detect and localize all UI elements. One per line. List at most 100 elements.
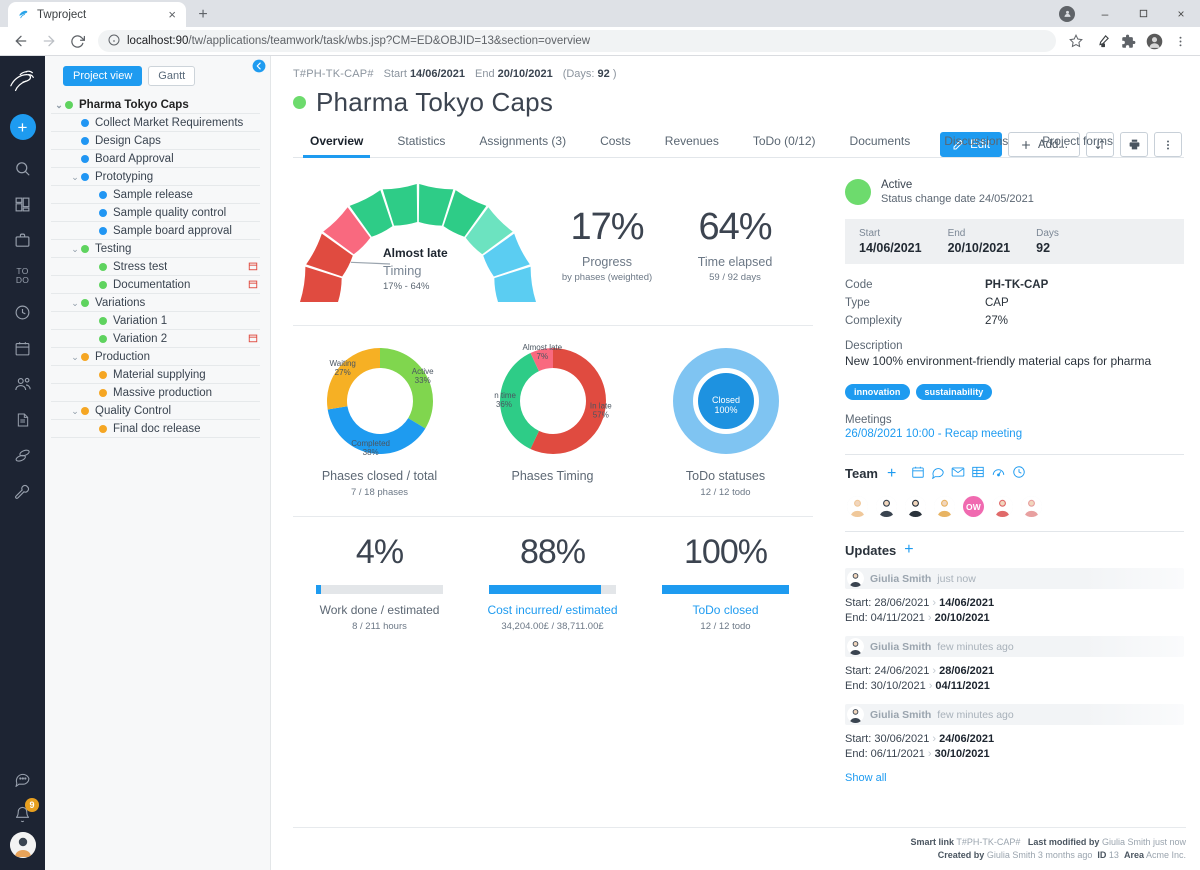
browser-menu-icon[interactable] — [1168, 29, 1192, 53]
tree-node[interactable]: Sample release — [51, 186, 262, 204]
avatar[interactable] — [1021, 496, 1042, 517]
maximize-button[interactable] — [1124, 0, 1162, 27]
people-icon[interactable] — [0, 366, 45, 402]
tree-node[interactable]: ⌄Variations — [51, 294, 262, 312]
tree-node[interactable]: Documentation — [51, 276, 262, 294]
todo-icon[interactable]: TODO — [0, 258, 45, 294]
tab-costs[interactable]: Costs — [583, 128, 648, 157]
tree-node[interactable]: Design Caps — [51, 132, 262, 150]
address-bar[interactable]: localhost:90/tw/applications/teamwork/ta… — [98, 30, 1056, 52]
tree-node[interactable]: Sample quality control — [51, 204, 262, 222]
notifications-bell-icon[interactable]: 9 — [0, 796, 45, 832]
new-tab-button[interactable]: + — [190, 2, 216, 27]
back-icon[interactable] — [8, 28, 34, 54]
avatar[interactable] — [847, 496, 868, 517]
chevron-down-icon[interactable]: ⌄ — [69, 172, 81, 183]
add-button[interactable]: + — [10, 114, 36, 140]
coins-icon[interactable] — [0, 438, 45, 474]
add-update-button[interactable]: + — [904, 542, 913, 558]
chevron-down-icon[interactable]: ⌄ — [69, 244, 81, 255]
tab-overview[interactable]: Overview — [293, 128, 380, 157]
gauge-icon[interactable] — [991, 465, 1006, 482]
chat-icon[interactable] — [0, 760, 45, 796]
minimize-button[interactable]: – — [1086, 0, 1124, 27]
timing-gauge[interactable]: Almost late Timing 17% - 64% — [293, 180, 543, 311]
avatar[interactable] — [992, 496, 1013, 517]
more-options-button[interactable] — [1154, 132, 1182, 157]
tab-assignments-3[interactable]: Assignments (3) — [462, 128, 583, 157]
extensions-puzzle-icon[interactable] — [1116, 29, 1140, 53]
avatar[interactable] — [934, 496, 955, 517]
progress-label[interactable]: Cost incurred/ estimated — [466, 603, 639, 617]
chevron-down-icon[interactable]: ⌄ — [53, 100, 65, 111]
gantt-button[interactable]: Gantt — [148, 66, 195, 86]
tree-node[interactable]: Variation 2 — [51, 330, 262, 348]
chevron-down-icon[interactable]: ⌄ — [69, 352, 81, 363]
donut-chart[interactable]: Active33%Completed38%Waiting27%Phases cl… — [293, 342, 466, 498]
smart-link-value[interactable]: T#PH-TK-CAP# — [956, 837, 1020, 847]
close-icon[interactable]: × — [166, 8, 178, 21]
close-window-button[interactable]: × — [1162, 0, 1200, 27]
tree-node[interactable]: Sample board approval — [51, 222, 262, 240]
twproject-logo-icon[interactable] — [4, 64, 42, 102]
calendar-icon[interactable] — [248, 333, 262, 346]
tab-project-forms[interactable]: Project forms — [1025, 128, 1130, 157]
user-avatar[interactable] — [10, 832, 36, 858]
eyedropper-extension-icon[interactable] — [1090, 29, 1114, 53]
clock-icon[interactable] — [0, 294, 45, 330]
tree-node[interactable]: ⌄Prototyping — [51, 168, 262, 186]
table-icon[interactable] — [971, 465, 985, 482]
search-icon[interactable] — [0, 150, 45, 186]
briefcase-icon[interactable] — [0, 222, 45, 258]
avatar[interactable] — [876, 496, 897, 517]
tree-node[interactable]: ⌄Testing — [51, 240, 262, 258]
document-icon[interactable] — [0, 402, 45, 438]
tree-node[interactable]: Collect Market Requirements — [51, 114, 262, 132]
browser-tab[interactable]: Twproject × — [8, 2, 186, 27]
calendar-icon[interactable] — [911, 465, 925, 482]
tag-badge[interactable]: innovation — [845, 384, 910, 400]
tab-revenues[interactable]: Revenues — [648, 128, 736, 157]
chevron-down-icon[interactable]: ⌄ — [69, 406, 81, 417]
tree-node[interactable]: Board Approval — [51, 150, 262, 168]
tree-node[interactable]: Stress test — [51, 258, 262, 276]
project-view-button[interactable]: Project view — [63, 66, 142, 86]
tree-node-label: Massive production — [113, 387, 212, 399]
tree-node[interactable]: Massive production — [51, 384, 262, 402]
user-avatar-icon[interactable] — [1142, 29, 1166, 53]
add-team-member-button[interactable]: + — [887, 466, 896, 482]
tag-badge[interactable]: sustainability — [916, 384, 993, 400]
tree-node[interactable]: Material supplying — [51, 366, 262, 384]
meetings-value[interactable]: 26/08/2021 10:00 - Recap meeting — [845, 428, 1184, 440]
browser-profile-avatar[interactable] — [1048, 0, 1086, 27]
calendar-icon[interactable] — [248, 261, 262, 274]
dashboard-icon[interactable] — [0, 186, 45, 222]
wrench-icon[interactable] — [0, 474, 45, 510]
show-all-updates-link[interactable]: Show all — [845, 772, 1184, 784]
collapse-sidebar-icon[interactable] — [252, 59, 266, 73]
calendar-icon[interactable] — [248, 279, 262, 292]
tree-node-status-dot — [99, 389, 107, 397]
mail-icon[interactable] — [951, 465, 965, 482]
donut-chart[interactable]: Closed100%ToDo statuses12 / 12 todo — [639, 342, 812, 498]
tree-node[interactable]: ⌄Pharma Tokyo Caps — [51, 96, 262, 114]
site-info-icon[interactable] — [108, 34, 120, 49]
tree-node[interactable]: Variation 1 — [51, 312, 262, 330]
tab-todo-0-12[interactable]: ToDo (0/12) — [736, 128, 833, 157]
chevron-down-icon[interactable]: ⌄ — [69, 298, 81, 309]
clock-icon[interactable] — [1012, 465, 1026, 482]
bookmark-star-icon[interactable] — [1064, 29, 1088, 53]
avatar-initials[interactable]: OW — [963, 496, 984, 517]
reload-icon[interactable] — [64, 28, 90, 54]
chat-icon[interactable] — [931, 465, 945, 482]
tree-node[interactable]: ⌄Quality Control — [51, 402, 262, 420]
tab-statistics[interactable]: Statistics — [380, 128, 462, 157]
tab-documents[interactable]: Documents — [833, 128, 928, 157]
calendar-icon[interactable] — [0, 330, 45, 366]
tree-node[interactable]: Final doc release — [51, 420, 262, 438]
donut-chart[interactable]: In late57%In time36%Almost late7%Phases … — [466, 342, 639, 498]
tab-discussions[interactable]: Discussions — [927, 128, 1025, 157]
avatar[interactable] — [905, 496, 926, 517]
progress-label[interactable]: ToDo closed — [639, 603, 812, 617]
tree-node[interactable]: ⌄Production — [51, 348, 262, 366]
